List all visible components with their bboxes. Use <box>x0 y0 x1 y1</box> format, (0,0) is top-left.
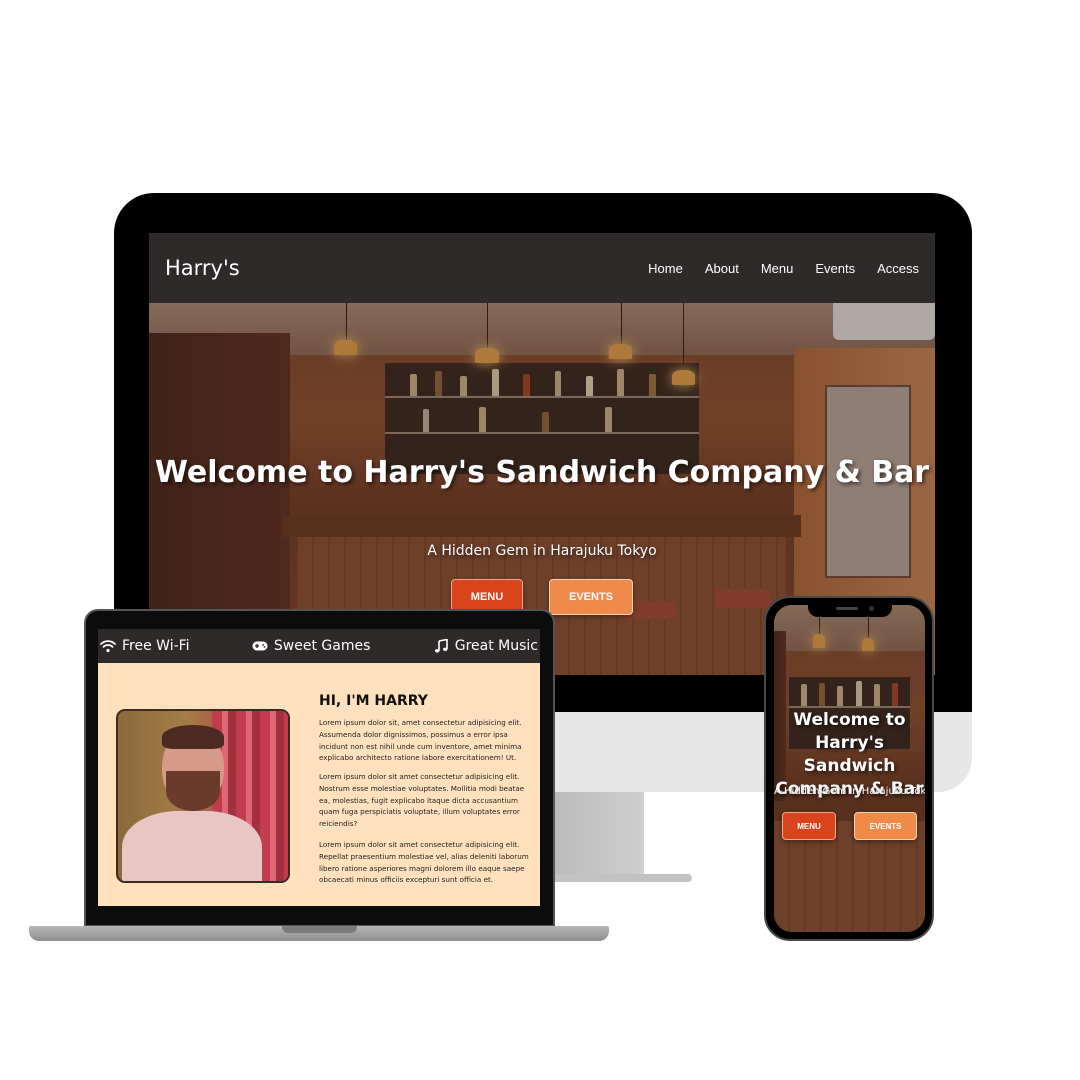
about-title: HI, I'M HARRY <box>319 693 428 709</box>
monitor-stand <box>548 792 644 882</box>
nav-link-menu[interactable]: Menu <box>761 261 794 276</box>
about-paragraph: Lorem ipsum dolor sit amet consectetur a… <box>319 840 529 885</box>
phone-screen: Welcome to Harry's Sandwich Company & Ba… <box>774 605 925 932</box>
music-note-icon <box>433 638 449 654</box>
feature-wifi: Free Wi-Fi <box>100 638 190 654</box>
laptop-screen: Free Wi-Fi Sweet Games Great Music HI, I… <box>98 629 540 906</box>
phone-speaker <box>836 607 858 610</box>
phone-hero-subtitle: A Hidden Gem in Harajuku Tokyo <box>774 786 925 797</box>
feature-label: Free Wi-Fi <box>122 638 190 654</box>
wifi-icon <box>100 638 116 654</box>
phone-camera <box>869 606 874 611</box>
nav-link-about[interactable]: About <box>705 261 739 276</box>
nav-link-access[interactable]: Access <box>877 261 919 276</box>
hero-title: Welcome to Harry's Sandwich Company & Ba… <box>154 455 930 490</box>
site-logo[interactable]: Harry's <box>165 256 240 280</box>
laptop-notch <box>282 926 357 933</box>
phone-notch <box>808 603 892 617</box>
feature-games: Sweet Games <box>252 638 370 654</box>
nav-link-events[interactable]: Events <box>815 261 855 276</box>
about-paragraph: Lorem ipsum dolor sit amet consectetur a… <box>319 772 525 829</box>
feature-label: Sweet Games <box>273 638 371 654</box>
harry-portrait <box>116 709 290 883</box>
feature-music: Great Music <box>433 638 538 654</box>
feature-label: Great Music <box>454 638 538 654</box>
phone-menu-button[interactable]: MENU <box>782 812 836 840</box>
navbar: Harry's Home About Menu Events Access <box>149 233 935 303</box>
about-paragraph: Lorem ipsum dolor sit, amet consectetur … <box>319 718 522 763</box>
nav-link-home[interactable]: Home <box>648 261 683 276</box>
events-button[interactable]: EVENTS <box>549 579 633 615</box>
gamepad-icon <box>252 638 268 654</box>
features-bar: Free Wi-Fi Sweet Games Great Music <box>98 629 540 663</box>
phone-events-button[interactable]: EVENTS <box>854 812 917 840</box>
nav-links: Home About Menu Events Access <box>648 261 919 276</box>
hero-subtitle: A Hidden Gem in Harajuku Tokyo <box>427 543 657 559</box>
